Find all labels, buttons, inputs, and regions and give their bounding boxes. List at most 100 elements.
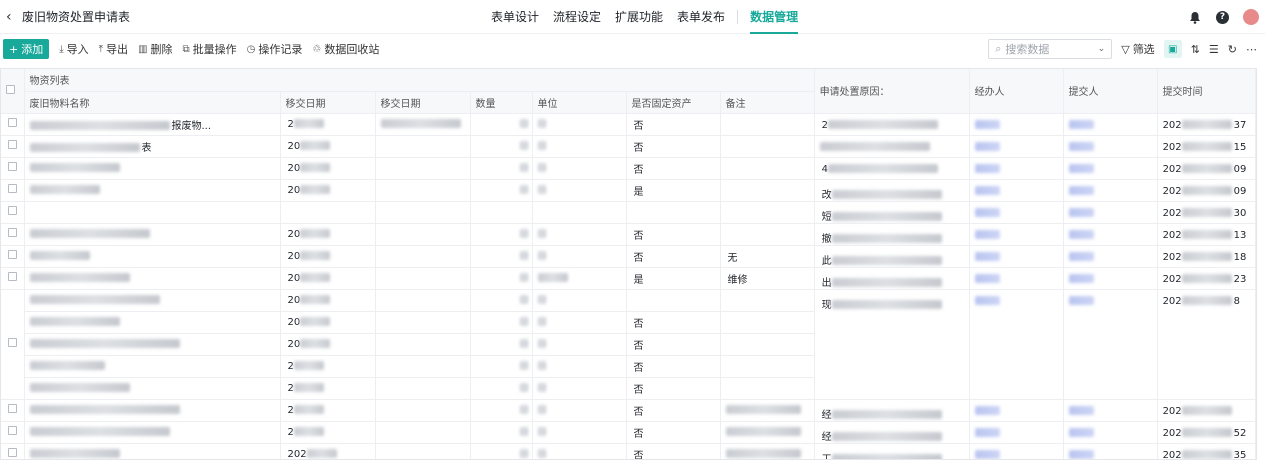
row-checkbox-cell[interactable]: [1, 399, 25, 422]
header-select-all[interactable]: [1, 69, 25, 114]
add-button[interactable]: + 添加: [3, 39, 50, 59]
more-button[interactable]: ⋯: [1246, 43, 1257, 56]
row-checkbox-cell[interactable]: [1, 267, 25, 290]
export-button[interactable]: ⤒ 导出: [99, 41, 128, 57]
cell-text: 否: [633, 164, 644, 176]
redacted-text: [293, 405, 324, 414]
redacted-text: [293, 361, 324, 370]
redacted-text: [519, 163, 528, 172]
row-checkbox-cell[interactable]: [1, 157, 25, 180]
col-material-name[interactable]: 废旧物料名称: [24, 91, 281, 114]
cell-submitter: [1063, 245, 1158, 268]
row-checkbox-cell[interactable]: [1, 201, 25, 224]
cell-fixed-asset: 否: [626, 157, 721, 180]
log-button[interactable]: ◷ 操作记录: [247, 41, 303, 57]
col-submitter[interactable]: 提交人: [1063, 69, 1158, 114]
back-icon[interactable]: ‹: [6, 9, 16, 25]
col-quantity[interactable]: 数量: [470, 91, 533, 114]
table-row[interactable]: 20 是 改 202 09: [1, 179, 1256, 202]
table-row[interactable]: 20 否 撤 202 13: [1, 223, 1256, 246]
table-row[interactable]: 20 是 维修 出 202 23: [1, 267, 1256, 290]
table-row[interactable]: 短 202 30: [1, 201, 1256, 224]
search-input[interactable]: ⌕ 搜索数据 ⌄: [988, 39, 1113, 59]
cell-note: [720, 355, 815, 378]
nav-extensions[interactable]: 扩展功能: [615, 0, 663, 34]
table-row[interactable]: 202 否 工 202 35: [1, 443, 1256, 459]
table-row[interactable]: 20 否 无 此 202 18: [1, 245, 1256, 268]
redacted-text: [831, 432, 942, 441]
checkbox[interactable]: [7, 206, 17, 215]
checkbox[interactable]: [6, 84, 15, 94]
checkbox[interactable]: [7, 140, 17, 149]
checkbox[interactable]: [7, 272, 17, 281]
bell-icon[interactable]: [1188, 10, 1202, 24]
avatar[interactable]: [1243, 9, 1259, 25]
view-toggle-button[interactable]: ▣: [1163, 40, 1182, 58]
table-row[interactable]: 2 否 经 202 52: [1, 421, 1256, 444]
col-reason[interactable]: 申请处置原因：: [814, 69, 970, 114]
import-button[interactable]: ⤓ 导入: [59, 41, 88, 57]
cell-transfer-date-2: [375, 421, 471, 444]
cell-transfer-date: 20: [280, 157, 376, 180]
columns-button[interactable]: ☰: [1209, 43, 1219, 56]
cell-note: [720, 135, 815, 158]
row-checkbox-cell[interactable]: [1, 179, 25, 202]
checkbox[interactable]: [7, 250, 17, 259]
col-transfer-date-2[interactable]: 移交日期: [375, 91, 471, 114]
table-row[interactable]: 20 否 4 202 09: [1, 157, 1256, 180]
delete-button[interactable]: ▥ 删除: [138, 41, 172, 57]
row-checkbox-cell[interactable]: [1, 135, 25, 158]
col-submit-time[interactable]: 提交时间: [1157, 69, 1256, 114]
filter-button[interactable]: ▽ 筛选: [1121, 41, 1154, 57]
redacted-text: [29, 405, 180, 414]
cell-fixed-asset: 否: [626, 355, 721, 378]
redacted-text: [300, 163, 331, 172]
table-row[interactable]: 2 否 经 202: [1, 399, 1256, 422]
cell-quantity: [470, 245, 533, 268]
table-row[interactable]: 报废物... 2 否 2 202 37: [1, 113, 1256, 136]
sort-button[interactable]: ⇅: [1191, 43, 1200, 56]
cell-text: 否: [633, 230, 644, 242]
redacted-text: [831, 410, 942, 419]
nav-data-management[interactable]: 数据管理: [750, 0, 799, 34]
checkbox[interactable]: [7, 338, 17, 347]
cell-text: 维修: [727, 274, 748, 286]
row-checkbox-cell[interactable]: [1, 113, 25, 136]
col-note[interactable]: 备注: [720, 91, 815, 114]
checkbox[interactable]: [7, 162, 17, 171]
nav-workflow[interactable]: 流程设定: [553, 0, 601, 34]
cell-transfer-date-2: [375, 113, 471, 136]
checkbox[interactable]: [7, 228, 17, 237]
checkbox[interactable]: [7, 426, 17, 435]
row-checkbox-cell[interactable]: [1, 421, 25, 444]
batch-button[interactable]: ⧉ 批量操作: [183, 41, 237, 57]
row-checkbox-cell[interactable]: [1, 443, 25, 459]
group-header: 物资列表: [24, 69, 815, 92]
col-fixed-asset[interactable]: 是否固定资产: [626, 91, 721, 114]
recycle-button[interactable]: ♲ 数据回收站: [312, 41, 379, 57]
col-handler[interactable]: 经办人: [969, 69, 1064, 114]
table-row[interactable]: 表 20 否 202 15: [1, 135, 1256, 158]
col-transfer-date[interactable]: 移交日期: [280, 91, 376, 114]
checkbox[interactable]: [7, 404, 17, 413]
checkbox[interactable]: [7, 118, 17, 127]
nav-form-design[interactable]: 表单设计: [491, 0, 539, 34]
checkbox[interactable]: [7, 448, 17, 457]
redacted-text: [293, 427, 324, 436]
table-row[interactable]: 20 现 202 8: [1, 289, 1256, 400]
redacted-text: [537, 251, 546, 260]
redacted-text: [537, 317, 546, 326]
nav-publish[interactable]: 表单发布: [677, 0, 725, 34]
redacted-text: [1181, 252, 1232, 261]
row-checkbox-cell[interactable]: [1, 223, 25, 246]
redacted-text: [519, 339, 528, 348]
cell-note: [720, 311, 815, 334]
col-unit[interactable]: 单位: [532, 91, 627, 114]
cell-fixed-asset: 否: [626, 333, 721, 356]
cell-text: 20: [287, 140, 301, 152]
row-checkbox-cell[interactable]: [1, 245, 25, 268]
refresh-button[interactable]: ↻: [1228, 43, 1237, 56]
row-checkbox-cell[interactable]: [1, 289, 25, 400]
checkbox[interactable]: [7, 184, 17, 193]
help-icon[interactable]: ?: [1216, 10, 1229, 24]
